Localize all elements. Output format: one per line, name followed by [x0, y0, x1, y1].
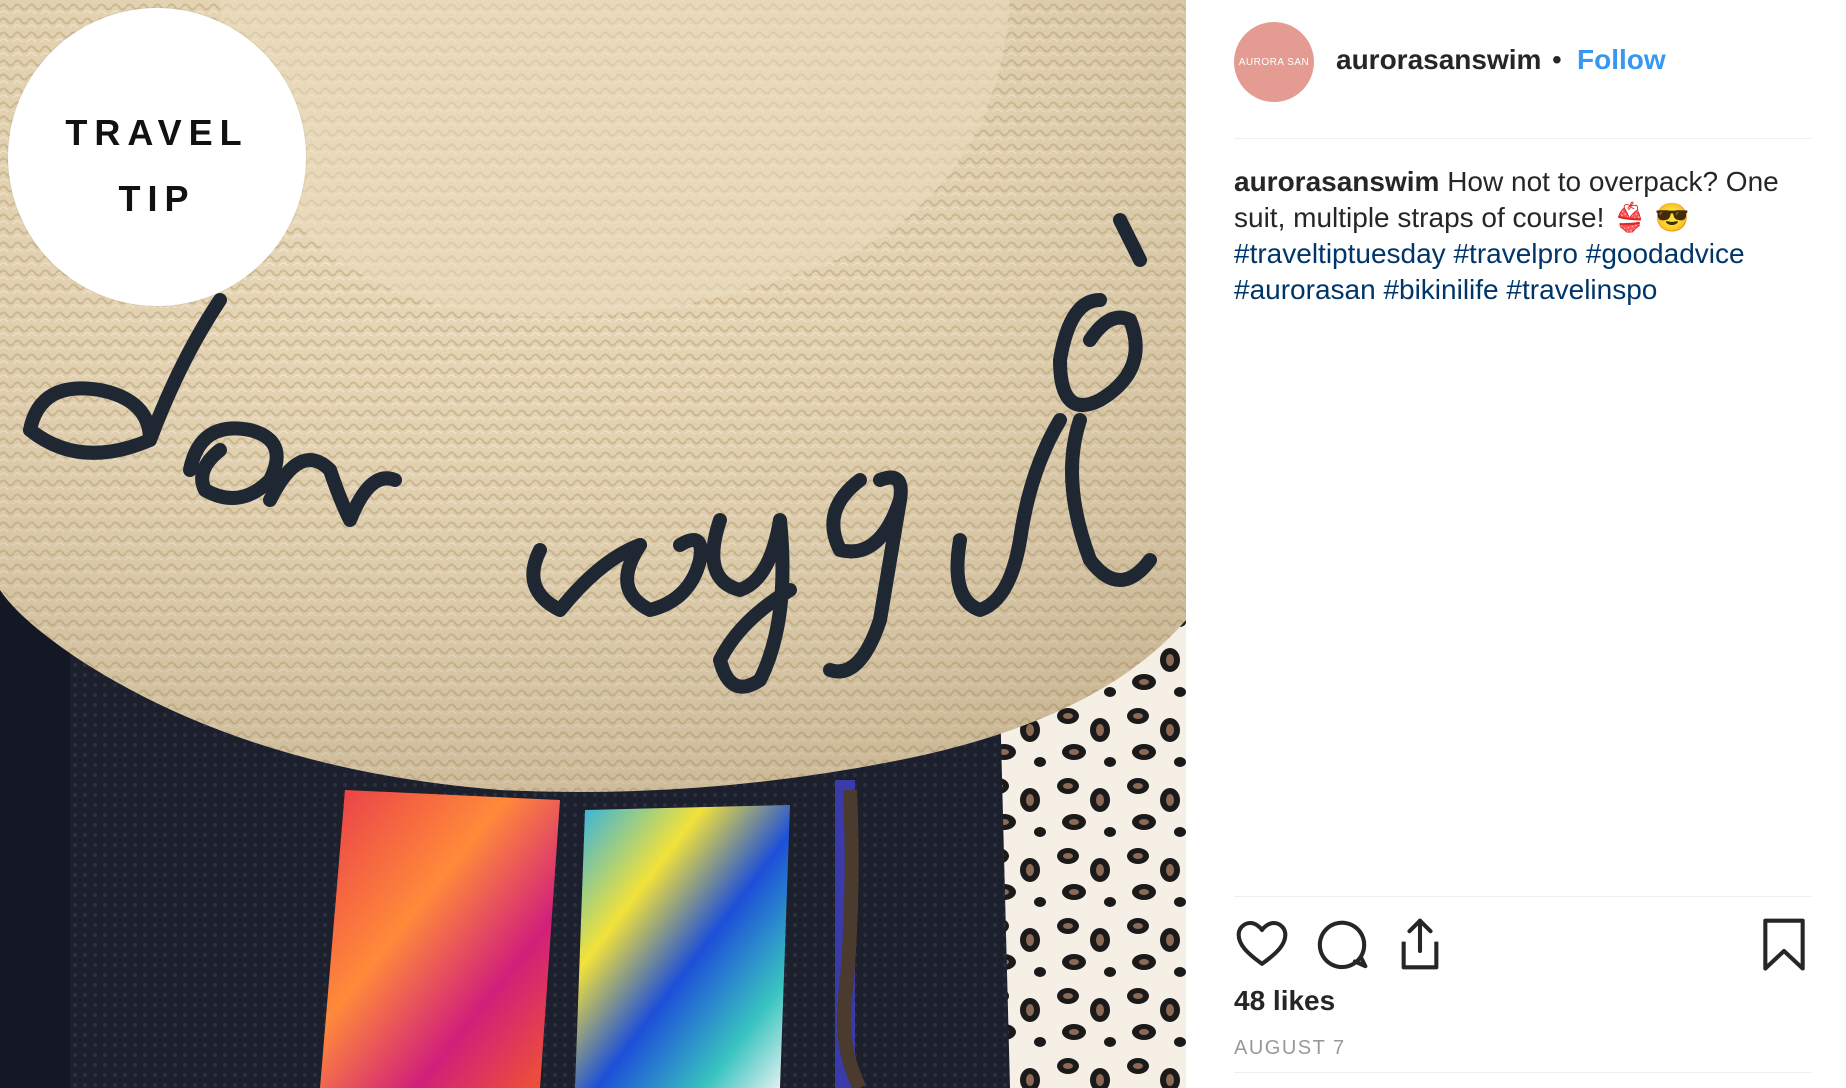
avatar[interactable]: AURORA SAN: [1234, 22, 1314, 102]
hashtag-link[interactable]: #goodadvice: [1586, 238, 1745, 269]
action-bar: [1234, 916, 1812, 972]
post-photo[interactable]: TRAVEL TIP: [0, 0, 1186, 1088]
blue-strap: [575, 805, 790, 1088]
bottom-divider: [1234, 1072, 1812, 1073]
likes-count[interactable]: 48 likes: [1234, 985, 1335, 1017]
post-sidebar: AURORA SAN aurorasanswim • Follow aurora…: [1186, 0, 1846, 1088]
header-divider: [1234, 138, 1812, 139]
post-caption: aurorasanswim How not to overpack? One s…: [1234, 164, 1814, 308]
follow-button[interactable]: Follow: [1577, 44, 1666, 76]
avatar-logo-text: AURORA SAN: [1238, 56, 1310, 68]
post-date[interactable]: AUGUST 7: [1234, 1037, 1346, 1060]
actions-divider: [1234, 896, 1812, 897]
hashtag-link[interactable]: #aurorasan: [1234, 274, 1376, 305]
hashtag-link[interactable]: #travelpro: [1453, 238, 1578, 269]
header-username-link[interactable]: aurorasanswim: [1336, 44, 1541, 76]
caption-username-link[interactable]: aurorasanswim: [1234, 166, 1439, 197]
comment-icon[interactable]: [1314, 916, 1370, 972]
badge-line-tip: TIP: [118, 178, 196, 219]
hashtag-link[interactable]: #travelinspo: [1506, 274, 1657, 305]
badge-line-travel: TRAVEL: [65, 112, 249, 153]
bookmark-icon[interactable]: [1756, 916, 1812, 972]
travel-tip-badge: TRAVEL TIP: [8, 8, 306, 306]
hashtag-link[interactable]: #traveltiptuesday: [1234, 238, 1446, 269]
hashtag-link[interactable]: #bikinilife: [1383, 274, 1498, 305]
heart-icon[interactable]: [1234, 916, 1290, 972]
header-separator: •: [1552, 44, 1562, 75]
share-icon[interactable]: [1392, 916, 1448, 972]
red-strap: [320, 790, 560, 1088]
